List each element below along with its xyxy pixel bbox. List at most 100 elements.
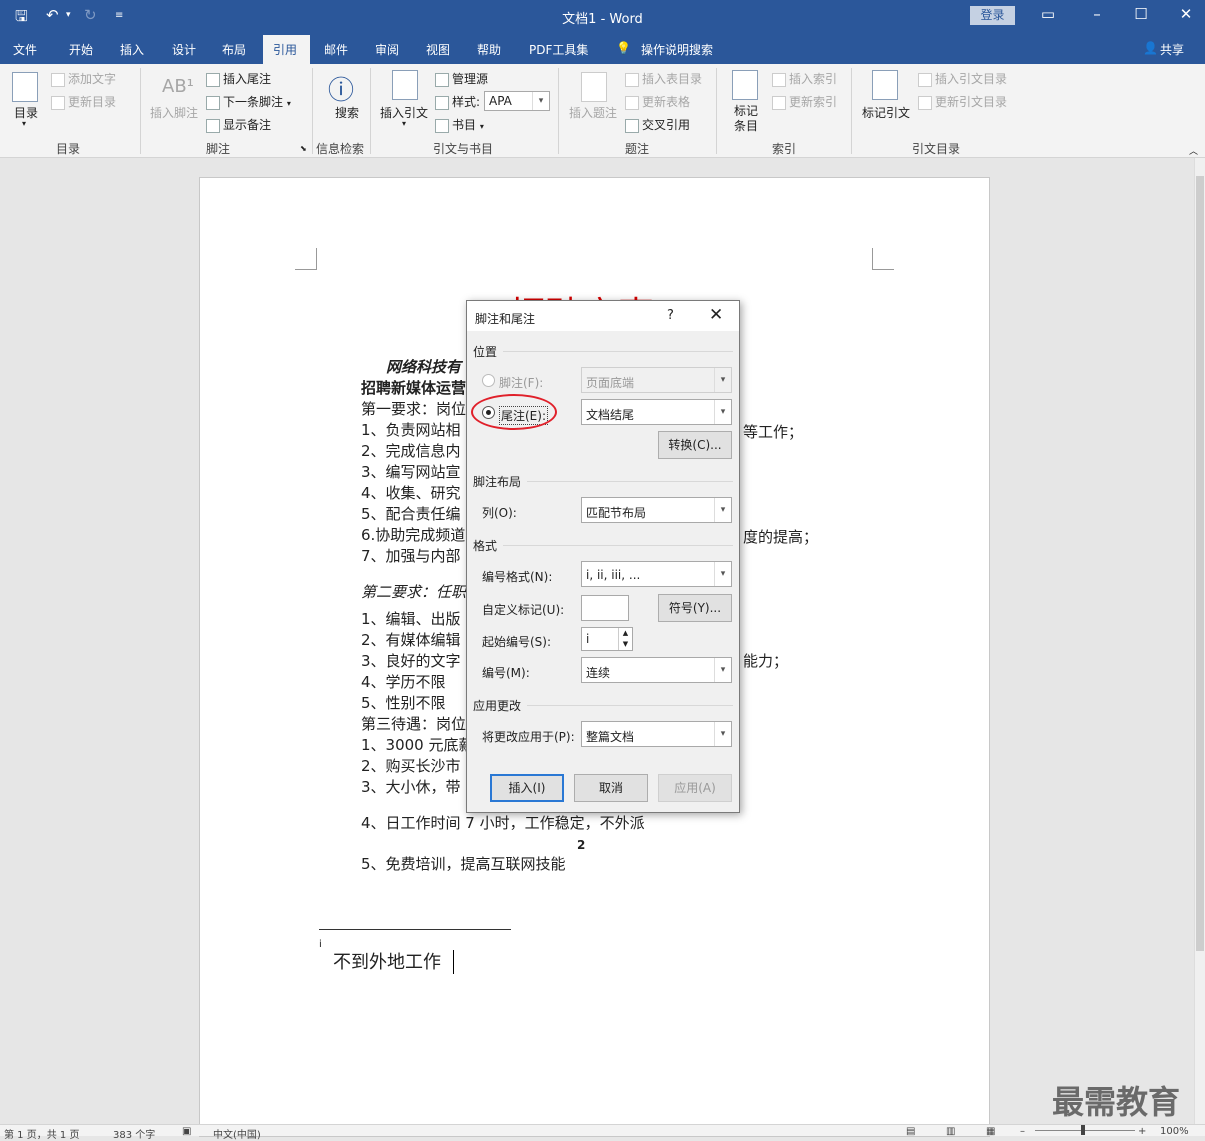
doc-line-fragment: 度的提高；: [743, 528, 819, 546]
document-title: 文档1 - Word: [562, 12, 643, 27]
vertical-scrollbar[interactable]: [1194, 158, 1205, 1124]
mark-citation-button[interactable]: 标记引文: [862, 104, 910, 121]
add-text-button[interactable]: 添加文字: [51, 70, 116, 87]
doc-line-fragment: 能力；: [743, 652, 789, 670]
insert-caption-button[interactable]: 插入题注: [569, 104, 617, 121]
tab-pdf-tools[interactable]: PDF工具集: [529, 41, 588, 58]
zoom-slider[interactable]: [1035, 1130, 1135, 1131]
update-index-button[interactable]: 更新索引: [772, 93, 837, 110]
columns-select[interactable]: 匹配节布局 ▾: [581, 497, 732, 523]
tab-file[interactable]: 文件: [13, 41, 37, 58]
custom-mark-input[interactable]: [581, 595, 629, 621]
zoom-slider-thumb[interactable]: [1081, 1125, 1085, 1135]
doc-line: 6.协助完成频道: [361, 526, 466, 544]
convert-button[interactable]: 转换(C)...: [658, 431, 732, 459]
doc-line: 4、日工作时间 7 小时，工作稳定，不外派: [361, 814, 645, 832]
word-count[interactable]: 383 个字: [113, 1126, 155, 1141]
doc-line: 4、收集、研究: [361, 484, 461, 502]
cross-reference-button[interactable]: 交叉引用: [625, 116, 690, 133]
help-icon[interactable]: ?: [667, 308, 674, 323]
apply-button[interactable]: 应用(A): [658, 774, 732, 802]
page-count[interactable]: 第 1 页，共 1 页: [4, 1126, 79, 1141]
status-bar: 第 1 页，共 1 页 383 个字 ▣ 中文(中国) ▤ ▥ ▦ – + 10…: [0, 1124, 1205, 1141]
zoom-level[interactable]: 100%: [1160, 1126, 1189, 1137]
share-button[interactable]: 共享: [1160, 41, 1184, 58]
web-layout-icon[interactable]: ▦: [986, 1126, 995, 1137]
insert-toa-button[interactable]: 插入引文目录: [918, 70, 1007, 87]
bibliography-button[interactable]: 书目 ▾: [435, 116, 484, 133]
doc-line: 1、负责网站相: [361, 421, 461, 439]
next-footnote-button[interactable]: 下一条脚注 ▾: [206, 93, 291, 110]
tell-me-search[interactable]: 操作说明搜索: [641, 41, 713, 58]
group-footnotes-label: 脚注: [206, 142, 231, 156]
insert-footnote-button[interactable]: 插入脚注: [150, 104, 198, 121]
insert-endnote-button[interactable]: 插入尾注: [206, 70, 271, 87]
read-mode-icon[interactable]: ▤: [906, 1126, 915, 1137]
tab-view[interactable]: 视图: [426, 41, 450, 58]
symbol-button[interactable]: 符号(Y)...: [658, 594, 732, 622]
separator: [716, 68, 717, 154]
doc-line: 2、完成信息内: [361, 442, 461, 460]
minimize-icon[interactable]: –: [1087, 5, 1107, 23]
update-table-button[interactable]: 更新表格: [625, 93, 690, 110]
footnote-position-select[interactable]: 页面底端 ▾: [581, 367, 732, 393]
numbering-select[interactable]: 连续 ▾: [581, 657, 732, 683]
language-indicator[interactable]: 中文(中国): [213, 1126, 261, 1141]
scrollbar-thumb[interactable]: [1196, 176, 1204, 951]
chevron-down-icon: ▾: [714, 658, 731, 682]
divider: [527, 481, 733, 482]
close-icon[interactable]: ✕: [709, 305, 723, 325]
ribbon-display-icon[interactable]: ▭: [1038, 5, 1058, 23]
group-toc-label: 目录: [56, 142, 81, 156]
insert-citation-dropdown-icon[interactable]: ▾: [402, 119, 406, 128]
cancel-button[interactable]: 取消: [574, 774, 648, 802]
insert-table-of-figures-button[interactable]: 插入表目录: [625, 70, 702, 87]
tab-home[interactable]: 开始: [69, 41, 93, 58]
apply-to-select[interactable]: 整篇文档 ▾: [581, 721, 732, 747]
insert-index-button[interactable]: 插入索引: [772, 70, 837, 87]
insert-caption-icon: [581, 72, 607, 102]
search-button[interactable]: 搜索: [335, 104, 359, 121]
tab-insert[interactable]: 插入: [120, 41, 144, 58]
login-button[interactable]: 登录: [970, 6, 1015, 25]
close-icon[interactable]: ✕: [1176, 5, 1196, 23]
chevron-down-icon: ▾: [714, 498, 731, 522]
doc-line: 3、大小休，带: [361, 778, 461, 796]
spin-down-icon[interactable]: ▼: [618, 639, 632, 650]
tab-review[interactable]: 审阅: [375, 41, 399, 58]
maximize-icon[interactable]: ☐: [1131, 5, 1151, 23]
tab-layout[interactable]: 布局: [222, 41, 246, 58]
tab-help[interactable]: 帮助: [477, 41, 501, 58]
collapse-ribbon-icon[interactable]: ︿: [1189, 144, 1198, 157]
mark-entry-icon: [732, 70, 758, 100]
update-toc-button[interactable]: 更新目录: [51, 93, 116, 110]
footnote-radio[interactable]: [482, 374, 495, 387]
zoom-in-icon[interactable]: +: [1138, 1126, 1146, 1137]
print-layout-icon[interactable]: ▥: [946, 1126, 955, 1137]
manage-sources-button[interactable]: 管理源: [435, 70, 488, 87]
tab-design[interactable]: 设计: [172, 41, 196, 58]
spin-up-icon[interactable]: ▲: [618, 628, 632, 639]
endnote-position-select[interactable]: 文档结尾 ▾: [581, 399, 732, 425]
insert-endnote-icon: [206, 72, 220, 87]
watermark: 最需教育: [1052, 1083, 1181, 1121]
number-format-select[interactable]: i, ii, iii, ... ▾: [581, 561, 732, 587]
apply-to-label: 将更改应用于(P):: [482, 730, 575, 744]
update-toa-button[interactable]: 更新引文目录: [918, 93, 1007, 110]
section-layout-label: 脚注布局: [473, 475, 522, 489]
doc-line: 第二要求：任职: [361, 583, 467, 601]
show-notes-button[interactable]: 显示备注: [206, 116, 271, 133]
zoom-out-icon[interactable]: –: [1020, 1126, 1025, 1137]
footnote-text[interactable]: 不到外地工作: [333, 948, 441, 974]
group-citations-label: 引文与书目: [433, 142, 494, 156]
start-at-spinner[interactable]: i ▲ ▼: [581, 627, 633, 651]
doc-line: 网络科技有: [386, 358, 462, 376]
proofing-icon[interactable]: ▣: [182, 1126, 191, 1137]
mark-entry-button[interactable]: 标记条目: [734, 104, 758, 134]
insert-button[interactable]: 插入(I): [490, 774, 564, 802]
footnote-dialog-launcher-icon[interactable]: ⬊: [300, 144, 307, 153]
tab-mailings[interactable]: 邮件: [324, 41, 348, 58]
toc-dropdown-icon[interactable]: ▾: [22, 119, 26, 128]
citation-style-select[interactable]: APA ▾: [484, 91, 550, 111]
endnote-reference: 2: [577, 838, 586, 852]
